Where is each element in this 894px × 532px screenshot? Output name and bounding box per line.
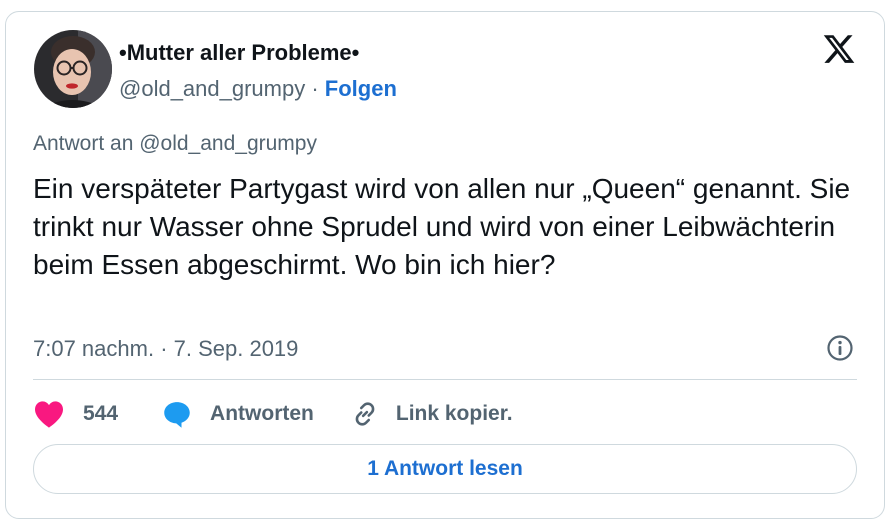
like-count: 544 [83, 402, 119, 425]
heart-icon [35, 401, 63, 428]
speech-bubble-icon [164, 402, 190, 428]
tweet-timestamp[interactable]: 7:07 nachm. · 7. Sep. 2019 [33, 336, 298, 362]
copy-link-label: Link kopier. [395, 402, 513, 425]
author-display-name[interactable]: •Mutter aller Probleme• [119, 40, 359, 66]
read-replies-button[interactable]: 1 Antwort lesen [33, 444, 857, 494]
author-handle[interactable]: @old_and_grumpy [119, 76, 305, 101]
tweet-text: Ein verspäteter Partygast wird von allen… [33, 173, 851, 280]
reply-label: Antworten [210, 402, 314, 425]
avatar[interactable] [34, 30, 112, 108]
handle-separator: · [305, 76, 325, 101]
divider [33, 379, 857, 380]
read-replies-label: 1 Antwort lesen [367, 457, 523, 480]
action-bar: 544 Antworten Link kopier. [33, 396, 513, 432]
copy-link-button[interactable]: Link kopier. [350, 399, 513, 429]
tweet-embed-card: •Mutter aller Probleme• @old_and_grumpy … [5, 11, 885, 519]
like-button[interactable]: 544 [33, 399, 118, 429]
reply-to-line[interactable]: Antwort an @old_and_grumpy [33, 132, 317, 156]
x-logo-icon[interactable] [822, 32, 856, 66]
link-icon [355, 402, 375, 426]
info-icon[interactable] [826, 334, 854, 362]
follow-button[interactable]: Folgen [325, 76, 397, 101]
author-handle-row: @old_and_grumpy · Folgen [119, 76, 397, 102]
reply-button[interactable]: Antworten [162, 399, 314, 429]
